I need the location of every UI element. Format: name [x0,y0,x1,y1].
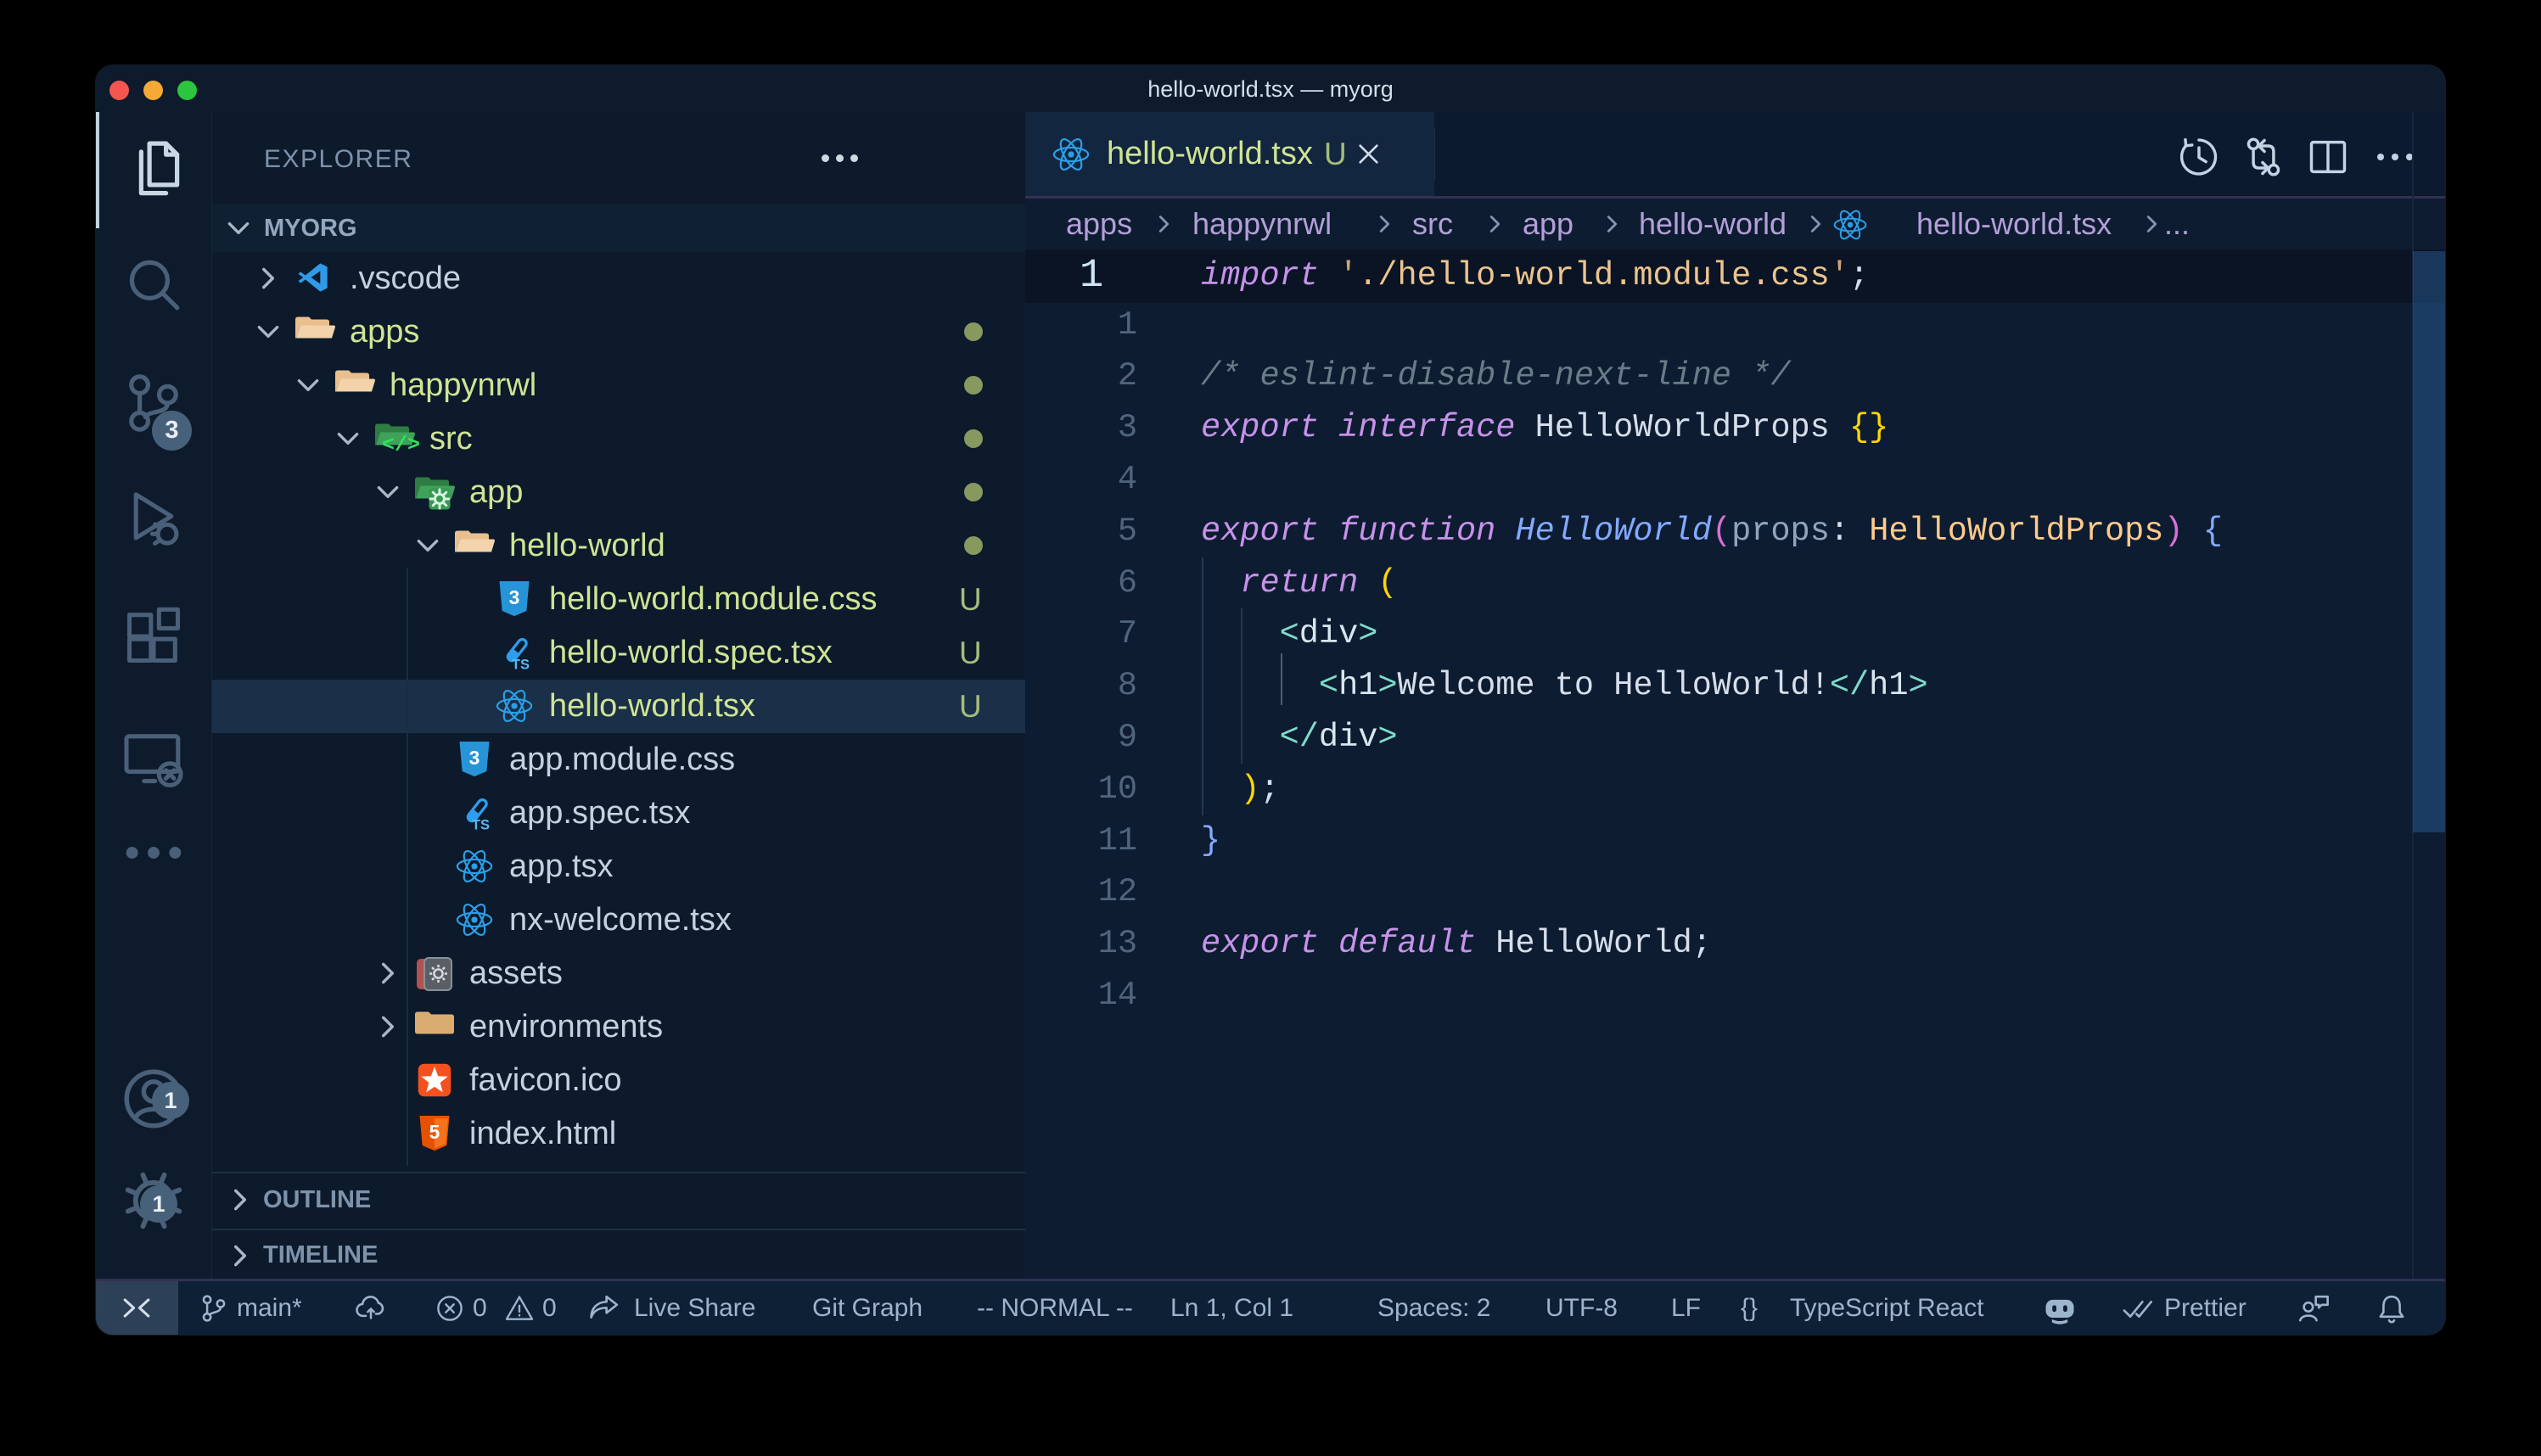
svg-text:TS: TS [512,657,530,672]
svg-text:TS: TS [472,817,490,832]
svg-text:3: 3 [509,586,520,608]
svg-text:3: 3 [469,747,480,769]
svg-text:5: 5 [429,1121,440,1143]
